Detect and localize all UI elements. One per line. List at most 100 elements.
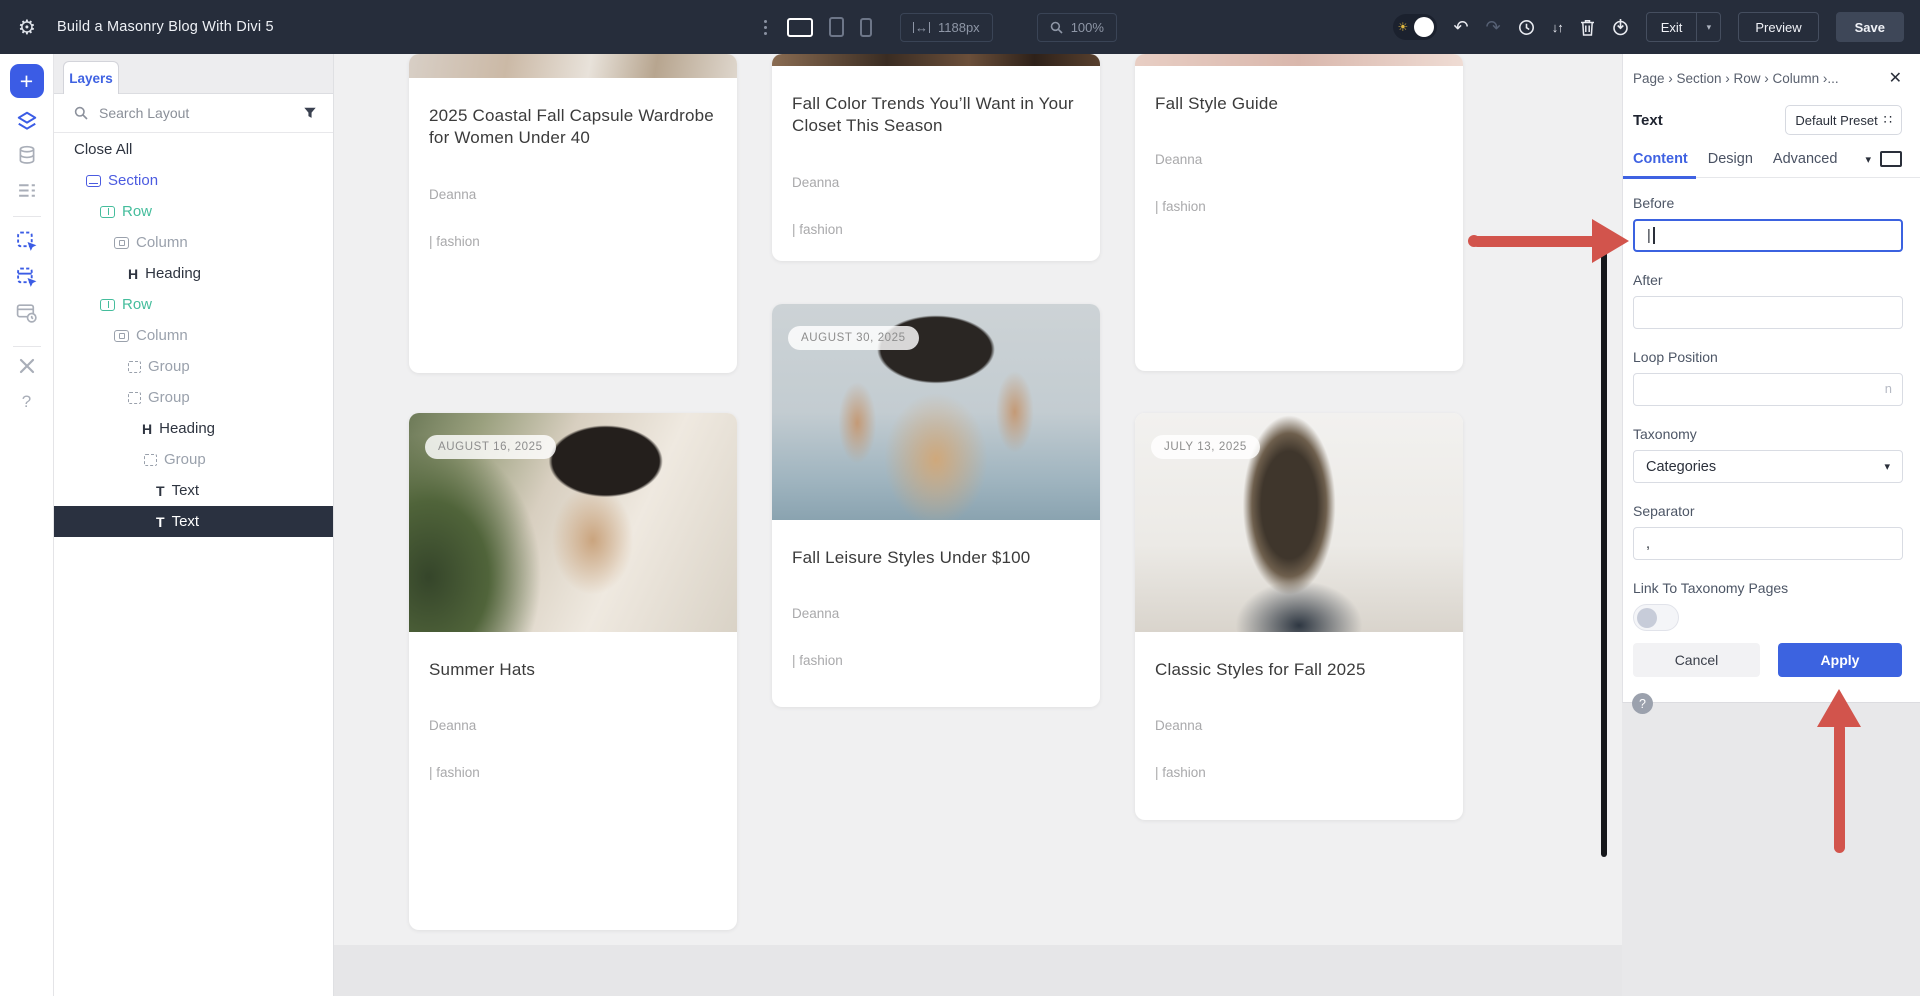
search-icon [74, 106, 88, 120]
text-icon: T [156, 484, 165, 498]
layer-item-text-selected[interactable]: T Text [54, 506, 333, 537]
filter-icon[interactable] [303, 106, 317, 120]
breadcrumb-path[interactable]: Page › Section › Row › Column ›... [1633, 71, 1839, 86]
tab-advanced[interactable]: Advanced [1773, 151, 1838, 167]
text-cursor [1653, 227, 1655, 244]
add-module-button[interactable]: + [10, 64, 44, 98]
viewport-width-value: 1188px [938, 20, 980, 35]
row-icon [100, 299, 115, 311]
chevron-down-icon: ▾ [1884, 460, 1890, 473]
layer-item-row[interactable]: Row [54, 289, 333, 320]
blog-card[interactable]: AUGUST 30, 2025 Fall Leisure Styles Unde… [772, 304, 1100, 707]
layers-tree: Close All Section Row Column H Heading R… [54, 133, 333, 537]
layer-item-column[interactable]: Column [54, 320, 333, 351]
page-settings-clock-icon[interactable] [15, 302, 38, 324]
blog-card[interactable]: 2025 Coastal Fall Capsule Wardrobe for W… [409, 54, 737, 373]
redo-icon[interactable]: ↷ [1486, 18, 1501, 36]
separator-input[interactable] [1633, 527, 1903, 560]
heading-icon: H [128, 267, 138, 281]
post-category: | fashion [1155, 199, 1443, 214]
annotation-arrow-apply-button [1817, 689, 1861, 857]
tab-layers[interactable]: Layers [63, 61, 119, 94]
blog-card[interactable]: Fall Style Guide Deanna | fashion [1135, 54, 1463, 371]
trash-icon[interactable] [1580, 19, 1595, 36]
exit-button[interactable]: Exit ▾ [1646, 12, 1722, 42]
gear-icon[interactable]: ⚙ [18, 0, 36, 54]
after-input[interactable] [1633, 296, 1903, 329]
top-toolbar: ⚙ Build a Masonry Blog With Divi 5 ↔ 118… [0, 0, 1920, 54]
before-input[interactable] [1633, 219, 1903, 252]
post-title: Summer Hats [429, 659, 717, 681]
post-title: Classic Styles for Fall 2025 [1155, 659, 1443, 681]
magnifier-icon [1050, 21, 1063, 34]
loop-position-placeholder: n [1885, 381, 1892, 396]
layer-item-row[interactable]: Row [54, 196, 333, 227]
tablet-view-icon[interactable] [829, 17, 844, 37]
close-icon[interactable]: ✕ [1889, 68, 1902, 88]
width-arrows-icon: ↔ [913, 22, 930, 33]
page-title: Build a Masonry Blog With Divi 5 [57, 0, 274, 54]
responsive-desktop-icon[interactable] [1880, 151, 1902, 167]
portability-icon[interactable] [1612, 18, 1629, 36]
layer-item-section[interactable]: Section [54, 165, 333, 196]
zoom-control[interactable]: 100% [1037, 13, 1117, 42]
desktop-view-icon[interactable] [787, 18, 813, 37]
layers-panel-header: Layers [54, 54, 333, 94]
builder-icon-rail: + ? [0, 54, 54, 996]
database-icon[interactable] [16, 144, 37, 166]
history-icon[interactable] [1518, 19, 1535, 36]
chevron-down-icon[interactable]: ▾ [1865, 153, 1871, 166]
column-icon [114, 330, 129, 342]
field-list-icon[interactable] [16, 180, 37, 201]
post-title: Fall Color Trends You’ll Want in Your Cl… [792, 93, 1080, 138]
layer-item-group[interactable]: Group [54, 382, 333, 413]
insert-row-icon[interactable] [15, 266, 38, 289]
heading-icon: H [142, 422, 152, 436]
save-button[interactable]: Save [1836, 12, 1904, 42]
light-dark-mode-toggle[interactable]: ☀ [1393, 14, 1437, 40]
close-all-control[interactable]: Close All [54, 134, 333, 165]
layer-item-heading[interactable]: H Heading [54, 258, 333, 289]
viewport-width-control[interactable]: ↔ 1188px [900, 13, 993, 42]
taxonomy-label: Taxonomy [1633, 426, 1902, 442]
post-category: | fashion [1155, 765, 1443, 780]
save-button-label: Save [1855, 20, 1885, 35]
cancel-button[interactable]: Cancel [1633, 643, 1760, 677]
search-layout-input[interactable] [97, 104, 294, 122]
link-taxonomy-toggle[interactable] [1633, 604, 1679, 631]
exit-dropdown-caret[interactable]: ▾ [1696, 13, 1720, 41]
preview-button[interactable]: Preview [1738, 12, 1818, 42]
column-icon [114, 237, 129, 249]
help-icon[interactable]: ? [1632, 693, 1653, 714]
blog-card[interactable]: JULY 13, 2025 Classic Styles for Fall 20… [1135, 413, 1463, 820]
tab-design[interactable]: Design [1708, 151, 1753, 167]
after-field-label: After [1633, 272, 1902, 288]
layers-panel-icon[interactable] [16, 110, 38, 132]
help-icon[interactable]: ? [22, 392, 31, 412]
blog-card[interactable]: AUGUST 16, 2025 Summer Hats Deanna | fas… [409, 413, 737, 930]
active-tab-indicator [1623, 176, 1696, 179]
layer-item-heading[interactable]: H Heading [54, 413, 333, 444]
phone-view-icon[interactable] [860, 18, 872, 37]
group-icon [144, 454, 157, 466]
more-options-icon[interactable] [760, 16, 771, 39]
layer-item-group[interactable]: Group [54, 351, 333, 382]
taxonomy-select[interactable]: Categories ▾ [1633, 450, 1903, 483]
layer-item-group[interactable]: Group [54, 444, 333, 475]
group-icon [128, 392, 141, 404]
layer-item-column[interactable]: Column [54, 227, 333, 258]
insert-section-icon[interactable] [15, 230, 38, 253]
layers-panel: Layers Close All Section Row Column H He… [54, 54, 334, 996]
blog-card[interactable]: Fall Color Trends You’ll Want in Your Cl… [772, 54, 1100, 261]
layer-item-text[interactable]: T Text [54, 475, 333, 506]
tools-icon[interactable] [17, 356, 37, 376]
post-author: Deanna [1155, 718, 1443, 733]
undo-icon[interactable]: ↶ [1454, 18, 1469, 36]
panel-resize-handle[interactable] [1601, 250, 1607, 857]
sort-arrows-icon[interactable]: ↓↑ [1552, 21, 1563, 34]
loop-position-input[interactable] [1633, 373, 1903, 406]
default-preset-button[interactable]: Default Preset ∷ [1785, 105, 1902, 135]
apply-button[interactable]: Apply [1778, 643, 1902, 677]
post-title: Fall Style Guide [1155, 93, 1443, 115]
tab-content[interactable]: Content [1633, 151, 1688, 167]
